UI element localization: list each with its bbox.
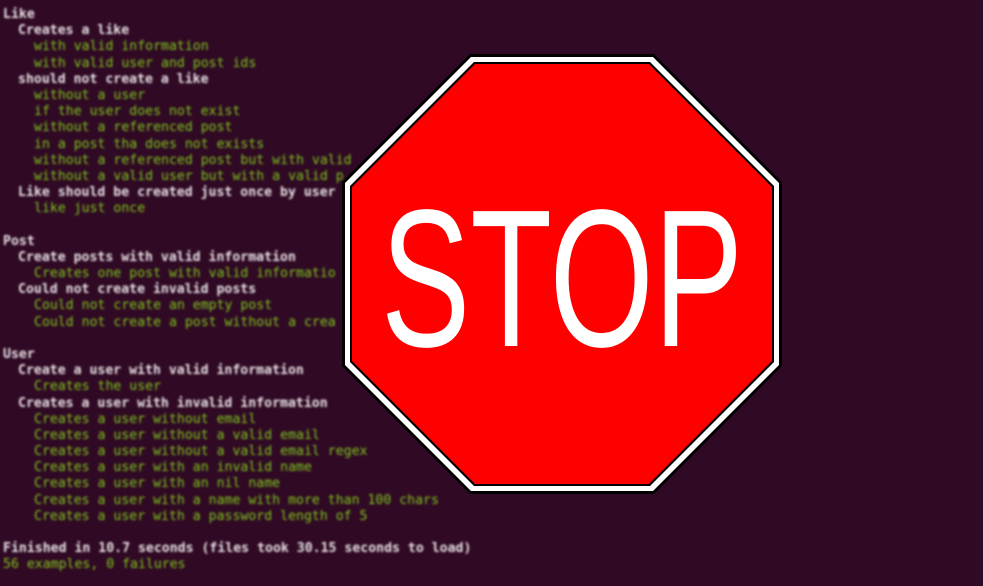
terminal-line-ctx: Creates a like [18, 23, 130, 39]
stop-sign: STOP [340, 52, 784, 496]
stop-sign-label: STOP [381, 169, 743, 388]
terminal-line-summary: Finished in 10.7 seconds (files took 30.… [3, 541, 472, 557]
terminal-line-summary-green: 56 examples, 0 failures [3, 557, 186, 573]
terminal-line-ok: Creates a user with a password length of… [34, 508, 368, 524]
terminal-line-group: Like [3, 7, 35, 22]
stop-sign-graphic: STOP [342, 54, 782, 494]
